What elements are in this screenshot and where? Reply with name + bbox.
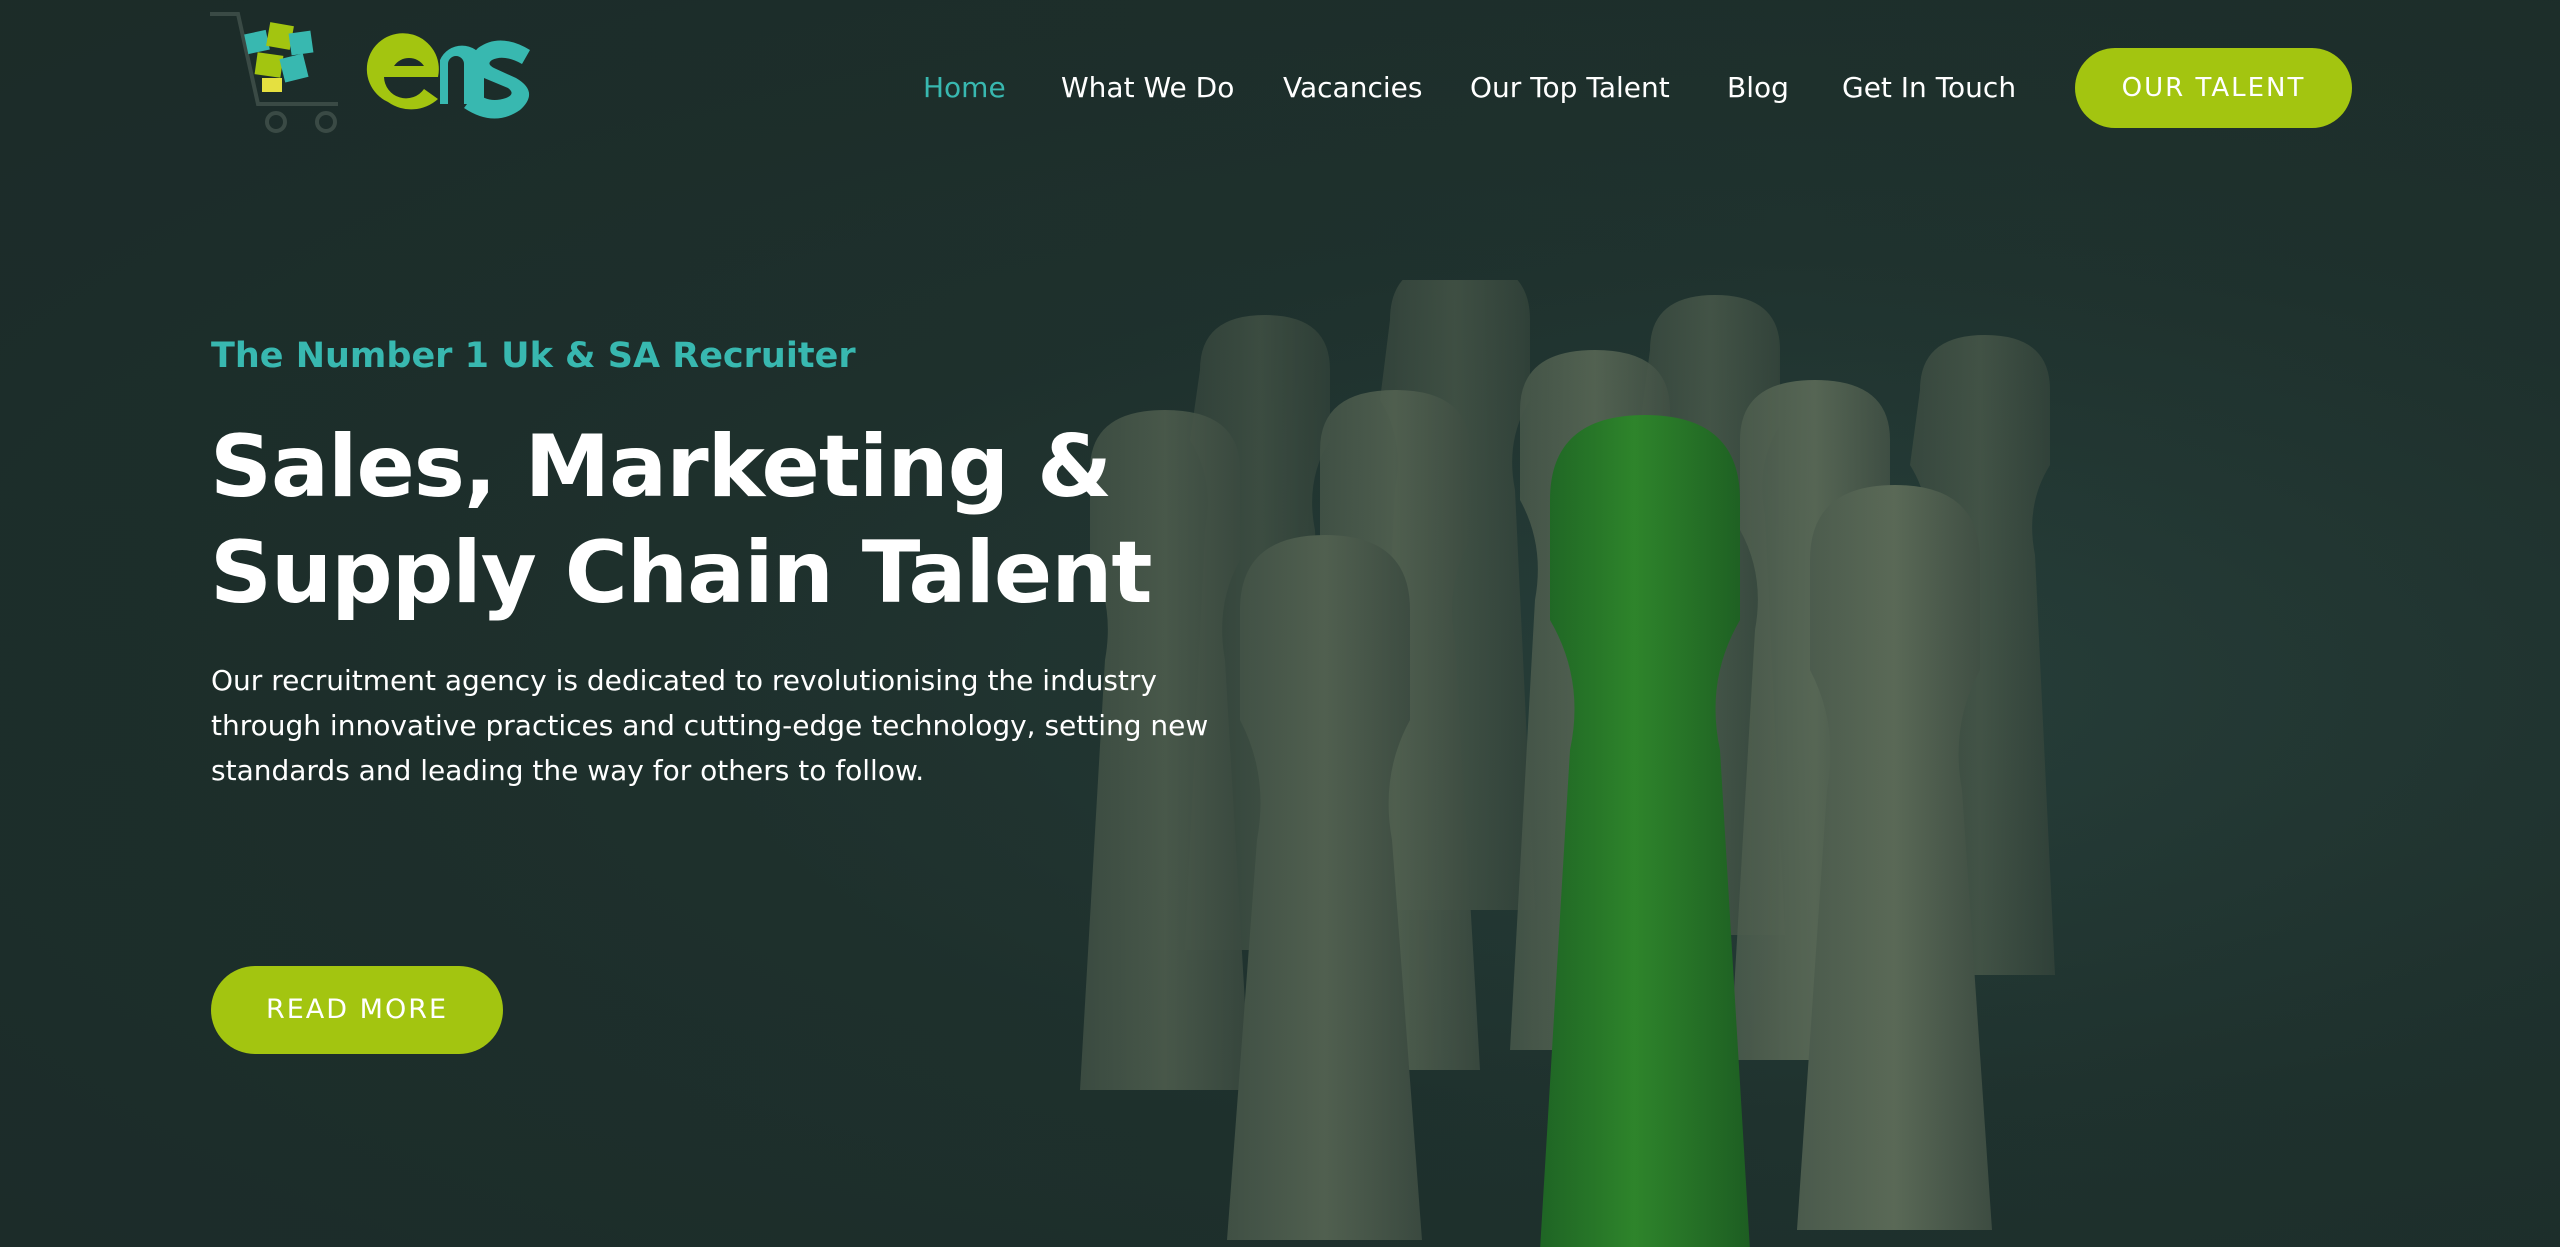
hero-eyebrow: The Number 1 Uk & SA Recruiter bbox=[211, 336, 856, 376]
nav-item-our-top-talent[interactable]: Our Top Talent bbox=[1470, 64, 1670, 112]
site-header: Home What We Do Vacancies Our Top Talent… bbox=[0, 0, 2560, 180]
nav-item-vacancies[interactable]: Vacancies bbox=[1283, 64, 1422, 112]
nav-item-home[interactable]: Home bbox=[923, 64, 1006, 112]
nav-item-blog[interactable]: Blog bbox=[1727, 64, 1789, 112]
nav-item-get-in-touch[interactable]: Get In Touch bbox=[1842, 64, 2016, 112]
hero-headline-line-2: Supply Chain Talent bbox=[210, 523, 1153, 623]
page: Home What We Do Vacancies Our Top Talent… bbox=[0, 0, 2560, 1247]
our-talent-button[interactable]: OUR TALENT bbox=[2075, 48, 2352, 128]
hero-headline-line-1: Sales, Marketing & bbox=[210, 417, 1112, 517]
hero-headline: Sales, Marketing & Supply Chain Talent bbox=[210, 414, 1210, 626]
hero-description: Our recruitment agency is dedicated to r… bbox=[211, 664, 1209, 787]
read-more-button[interactable]: READ MORE bbox=[211, 966, 503, 1054]
nav-item-what-we-do[interactable]: What We Do bbox=[1061, 64, 1234, 112]
